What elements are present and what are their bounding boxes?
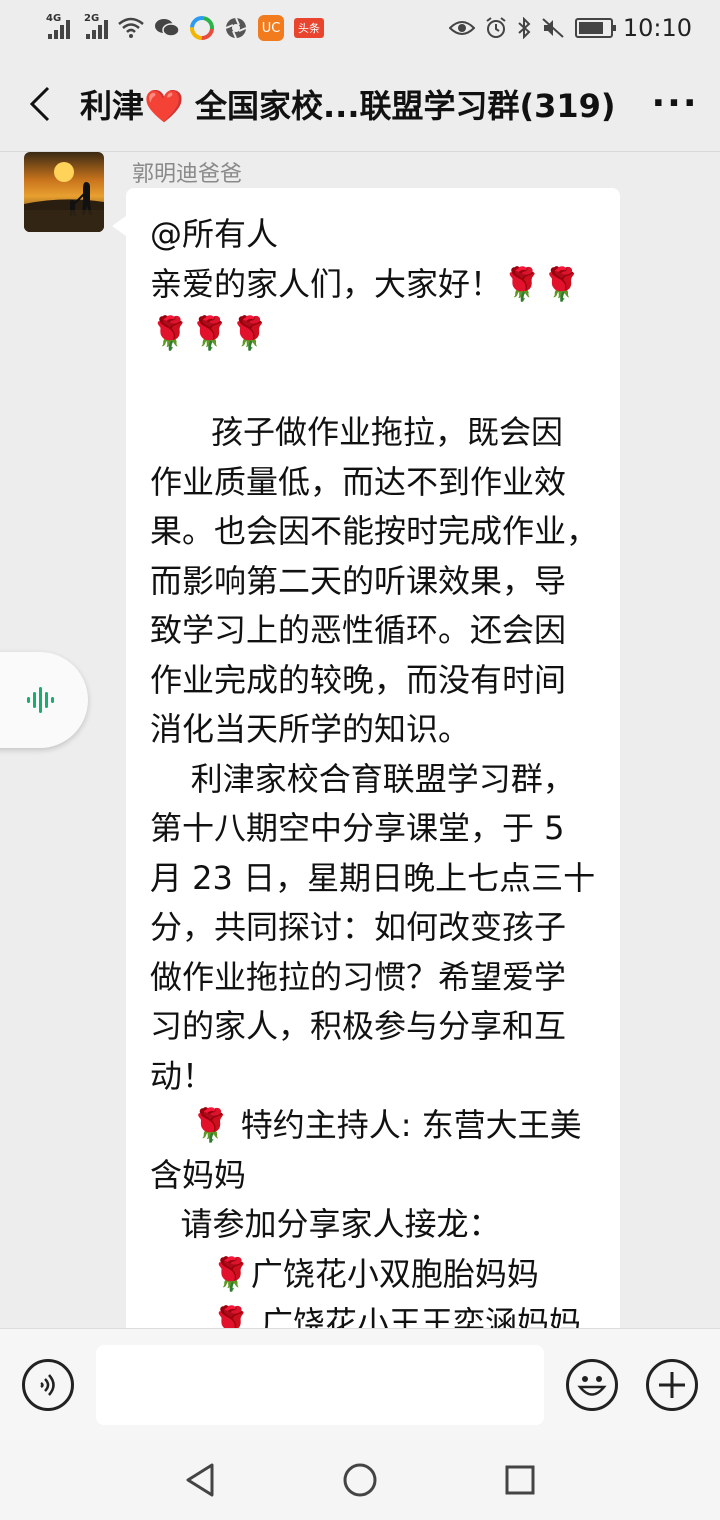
voice-input-button[interactable] bbox=[22, 1359, 74, 1411]
message-line: 亲爱的家人们，大家好！🌹🌹 bbox=[150, 264, 582, 303]
signal-icon: 4G bbox=[46, 13, 70, 39]
voice-wave-icon bbox=[27, 687, 54, 713]
nav-recent-button[interactable] bbox=[500, 1460, 540, 1500]
chat-header: 利津❤️ 全国家校...联盟学习群(319) ··· bbox=[0, 56, 720, 152]
wifi-icon bbox=[118, 17, 144, 38]
color-app-icon bbox=[190, 16, 214, 40]
eye-icon bbox=[448, 21, 475, 35]
alarm-icon bbox=[486, 17, 506, 38]
message-line: 消化当天所学的知识。 bbox=[150, 710, 471, 748]
message-input[interactable] bbox=[96, 1345, 544, 1425]
aperture-icon bbox=[225, 17, 247, 39]
status-bar: 4G 2G UC 头条 10:10 bbox=[0, 0, 720, 56]
message-line: 做作业拖拉的习惯？希望爱学 bbox=[150, 957, 567, 996]
message-line: 利津家校合育联盟学习群， bbox=[150, 759, 575, 798]
message-line: 作业完成的较晚，而没有时间 bbox=[150, 660, 567, 699]
title-suffix: 全国家校...联盟学习群(319) bbox=[195, 86, 616, 125]
message-line: 而影响第二天的听课效果，导 bbox=[150, 561, 567, 600]
message-bubble[interactable]: @所有人 亲爱的家人们，大家好！🌹🌹 🌹🌹🌹 孩子做作业拖拉，既会因 作业质量低… bbox=[112, 188, 620, 1328]
network-type-2: 2G bbox=[84, 13, 100, 24]
battery-icon bbox=[574, 18, 616, 38]
uc-browser-icon: UC bbox=[258, 15, 284, 41]
rose-icon: 🌹 bbox=[190, 1106, 231, 1144]
nav-back-icon bbox=[186, 1463, 214, 1497]
nav-recent-icon bbox=[505, 1465, 535, 1495]
status-time: 10:10 bbox=[622, 14, 692, 42]
message-line: 第十八期空中分享课堂，于 5 bbox=[150, 809, 565, 847]
sender-name: 郭明迪爸爸 bbox=[132, 162, 243, 187]
heart-icon: ❤️ bbox=[144, 86, 184, 125]
title-prefix: 利津 bbox=[80, 86, 145, 125]
plus-icon bbox=[659, 1372, 685, 1398]
chevron-left-icon bbox=[29, 86, 50, 121]
chat-area[interactable]: 郭明迪爸爸 @所有人 亲爱的家人们，大家好！🌹🌹 🌹🌹🌹 孩子做作业拖拉，既会因… bbox=[0, 152, 720, 1328]
rose-icon: 🌹 bbox=[211, 1254, 251, 1293]
message-line: 动！ bbox=[150, 1056, 215, 1095]
toutiao-icon: 头条 bbox=[294, 18, 324, 38]
message-line: 分，共同探讨：如何改变孩子 bbox=[150, 908, 567, 946]
message-line: 🌹 特约主持人: 东营大王美 bbox=[190, 1106, 582, 1144]
message-line: 🌹🌹🌹 bbox=[150, 309, 596, 359]
network-type-1: 4G bbox=[46, 13, 62, 24]
system-nav-bar bbox=[0, 1440, 720, 1520]
rose-icon: 🌹 bbox=[502, 264, 542, 303]
voice-input-icon bbox=[40, 1374, 55, 1396]
rose-icon: 🌹 bbox=[150, 314, 190, 352]
rose-icon: 🌹 bbox=[229, 314, 270, 352]
message-line: 习的家人，积极参与分享和互 bbox=[150, 1007, 567, 1045]
plus-button[interactable] bbox=[646, 1359, 698, 1411]
more-button[interactable]: ··· bbox=[630, 56, 720, 152]
emoji-button[interactable] bbox=[566, 1359, 618, 1411]
message-line: 致学习上的恶性循环。还会因 bbox=[150, 611, 567, 649]
more-icon: ··· bbox=[651, 83, 699, 124]
nav-back-button[interactable] bbox=[180, 1460, 220, 1500]
message-line: 含妈妈 bbox=[150, 1155, 247, 1194]
message-line bbox=[150, 359, 596, 409]
back-button[interactable] bbox=[0, 56, 80, 152]
message-line: 作业质量低，而达不到作业效 bbox=[150, 462, 567, 501]
input-bar bbox=[0, 1328, 720, 1440]
emoji-icon bbox=[577, 1376, 607, 1396]
signal-icon: 2G bbox=[84, 13, 108, 39]
floating-voice-button[interactable] bbox=[0, 652, 88, 748]
nav-home-icon bbox=[343, 1463, 377, 1497]
wechat-icon bbox=[155, 19, 180, 37]
message-line: 孩子做作业拖拉，既会因 bbox=[150, 413, 564, 451]
rose-icon: 🌹 bbox=[541, 264, 582, 303]
message-line: 月 23 日，星期日晚上七点三十 bbox=[150, 858, 596, 897]
message-line: 🌹广饶花小双胞胎妈妈 bbox=[211, 1254, 539, 1293]
avatar[interactable] bbox=[24, 152, 104, 232]
message-line: @所有人 bbox=[150, 215, 279, 253]
mute-icon bbox=[542, 18, 564, 38]
chat-title: 利津❤️ 全国家校...联盟学习群(319) bbox=[80, 81, 630, 127]
message-line: 🌹 广饶花小王王奕涵妈妈 bbox=[150, 1299, 596, 1328]
message-line: 果。也会因不能按时完成作业， bbox=[150, 512, 599, 550]
status-right: 10:10 bbox=[448, 14, 692, 42]
bluetooth-icon bbox=[518, 17, 531, 39]
rose-icon: 🌹 bbox=[211, 1304, 251, 1328]
message-line: 请参加分享家人接龙： bbox=[150, 1205, 501, 1243]
nav-home-button[interactable] bbox=[340, 1460, 380, 1500]
rose-icon: 🌹 bbox=[189, 314, 230, 352]
status-left: 4G 2G UC 头条 bbox=[46, 13, 324, 41]
